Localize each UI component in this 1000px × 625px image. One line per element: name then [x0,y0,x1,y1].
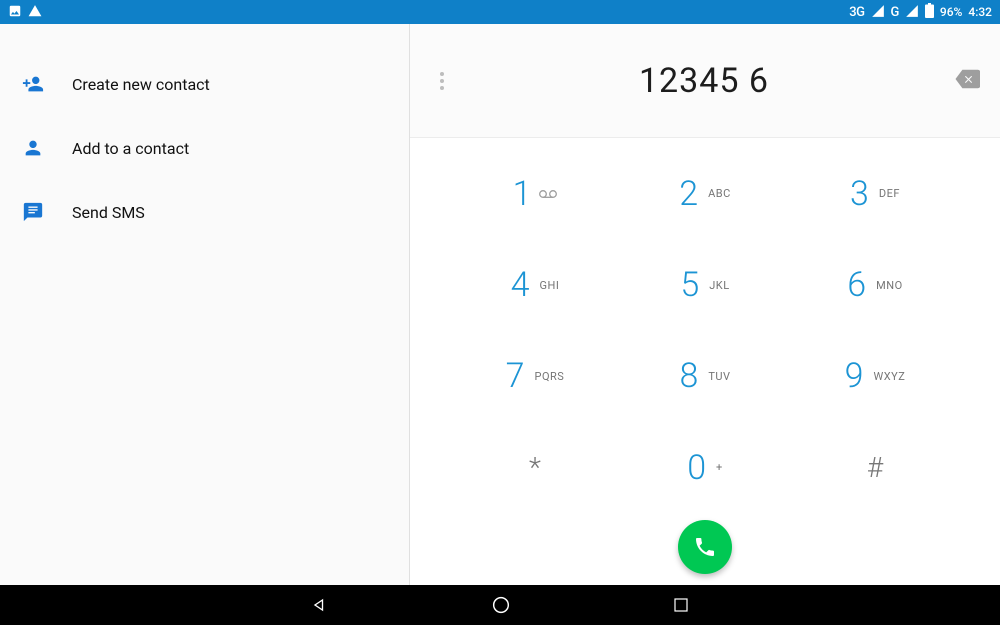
dialer-pane: 12345 6 1 2ABC 3DEF 4GHI 5JKL 6MNO 7PQRS [409,24,1000,585]
add-person-icon [22,73,72,95]
key-2[interactable]: 2ABC [630,153,780,235]
nav-back-button[interactable] [310,595,330,615]
signal-icon-1 [871,4,885,21]
key-9[interactable]: 9WXYZ [800,335,950,417]
create-contact-item[interactable]: Create new contact [0,52,409,116]
key-7[interactable]: 7PQRS [460,335,610,417]
send-sms-item[interactable]: Send SMS [0,180,409,244]
key-5[interactable]: 5JKL [630,244,780,326]
actions-pane: Create new contact Add to a contact Send… [0,24,409,585]
key-1[interactable]: 1 [460,153,610,235]
key-0[interactable]: 0+ [630,427,780,509]
add-to-contact-label: Add to a contact [72,139,189,158]
key-hash[interactable]: # [800,427,950,509]
create-contact-label: Create new contact [72,75,210,94]
backspace-button[interactable] [954,66,980,96]
signal-icon-2 [905,4,919,21]
alert-icon [28,4,42,21]
key-4[interactable]: 4GHI [460,244,610,326]
key-8[interactable]: 8TUV [630,335,780,417]
overflow-menu-icon[interactable] [430,72,454,90]
nav-bar [0,585,1000,625]
add-to-contact-item[interactable]: Add to a contact [0,116,409,180]
network-label-1: 3G [849,5,864,20]
status-bar: 3G G 96% 4:32 [0,0,1000,24]
key-6[interactable]: 6MNO [800,244,950,326]
voicemail-icon [539,184,557,203]
key-3[interactable]: 3DEF [800,153,950,235]
call-button[interactable] [678,520,732,574]
send-sms-label: Send SMS [72,203,145,222]
network-label-2: G [891,5,899,20]
clock-time: 4:32 [968,5,992,19]
nav-home-button[interactable] [490,594,512,616]
sms-icon [22,201,72,223]
nav-recent-button[interactable] [672,596,690,614]
key-star[interactable]: * [460,427,610,509]
image-icon [8,4,22,21]
battery-percent: 96% [940,5,962,19]
keypad: 1 2ABC 3DEF 4GHI 5JKL 6MNO 7PQRS 8TUV 9W… [410,138,1000,585]
battery-icon [925,3,934,21]
person-icon [22,137,72,159]
dialed-number-display: 12345 6 [454,61,954,101]
